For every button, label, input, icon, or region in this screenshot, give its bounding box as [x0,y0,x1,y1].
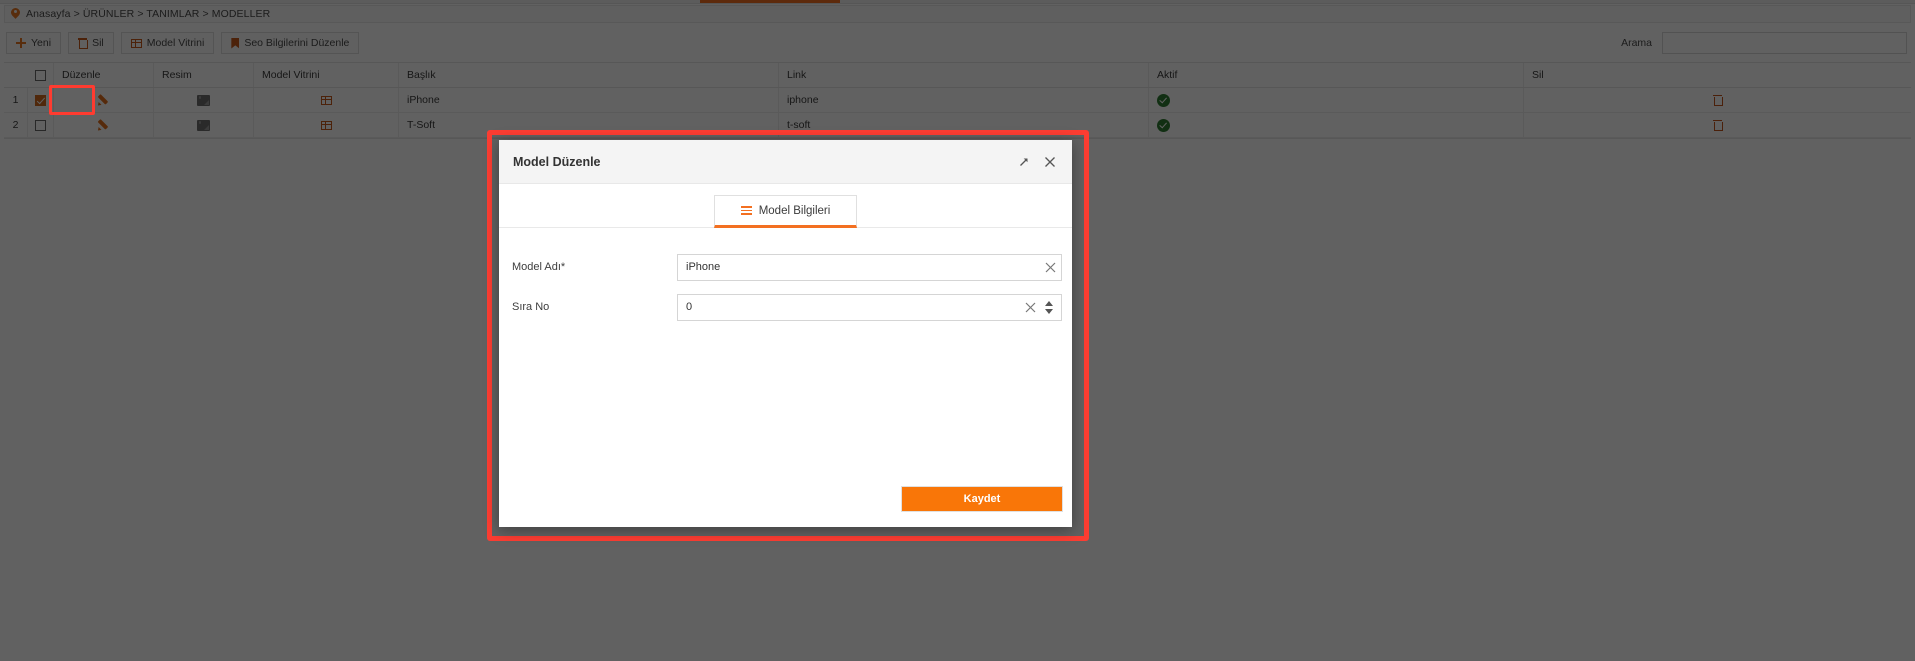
save-button[interactable]: Kaydet [901,486,1063,512]
dialog-footer: Kaydet [499,471,1072,527]
dialog-title: Model Düzenle [513,154,601,169]
close-icon[interactable] [1042,154,1058,170]
form-row-order-number: Sıra No [499,290,1072,324]
clear-model-name-icon[interactable] [1039,255,1061,280]
order-number-input[interactable] [678,294,1019,320]
dialog-tabs: Model Bilgileri [499,184,1072,228]
order-number-label: Sıra No [512,301,550,313]
model-name-field-wrap [677,253,1062,281]
spinner-up-icon[interactable] [1045,300,1053,306]
dialog-header: Model Düzenle [499,140,1072,184]
tab-model-bilgileri-label: Model Bilgileri [758,204,831,217]
spinner-down-icon[interactable] [1045,308,1053,314]
spinner-up-down-icon[interactable] [1041,295,1061,320]
model-edit-dialog: Model Düzenle Model Bilgileri Model Adı* [499,140,1072,527]
model-name-label: Model Adı* [512,261,566,273]
expand-arrow-icon[interactable] [1016,154,1032,170]
dialog-body: Model Adı* Sıra No [499,228,1072,471]
clear-order-number-icon[interactable] [1019,295,1041,320]
form-row-model-name: Model Adı* [499,250,1072,284]
hamburger-icon [740,206,752,215]
model-name-input[interactable] [678,254,1039,280]
tab-model-bilgileri[interactable]: Model Bilgileri [713,195,858,228]
order-number-field-wrap [677,293,1062,321]
